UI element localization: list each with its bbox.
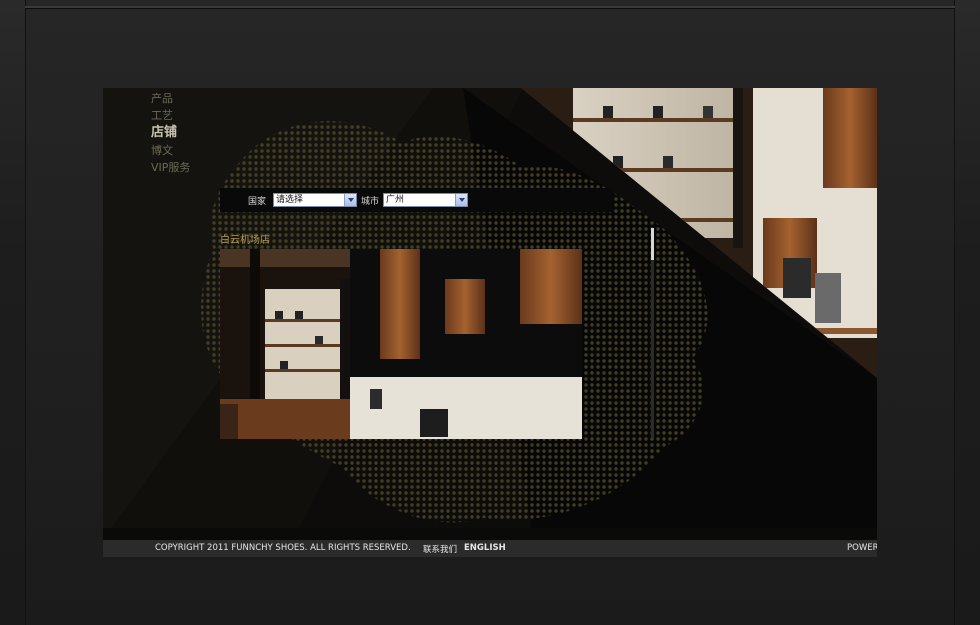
scrollbar-thumb[interactable]	[651, 228, 654, 260]
chevron-down-icon	[455, 194, 467, 206]
store-title: 白云机场店	[220, 235, 270, 246]
top-bar	[25, 6, 955, 9]
city-label: 城市	[361, 197, 380, 207]
city-select-value: 广州	[386, 195, 405, 205]
main-stage: 产品 工艺 店铺 博文 VIP服务 国家 请选择 城市 广州 白云机场店	[103, 88, 877, 540]
copyright-text: COPYRIGHT 2011 FUNNCHY SHOES. ALL RIGHTS…	[155, 543, 411, 553]
nav-item-vip[interactable]: VIP服务	[151, 159, 190, 176]
contact-link[interactable]: 联系我们	[423, 543, 457, 555]
powered-by-text: POWER	[847, 543, 877, 553]
nav-item-stores[interactable]: 店铺	[151, 124, 190, 142]
country-select-value: 请选择	[276, 195, 304, 205]
store-photo	[220, 249, 582, 439]
country-select[interactable]: 请选择	[273, 193, 357, 207]
english-link[interactable]: ENGLISH	[464, 543, 506, 553]
nav-item-craft[interactable]: 工艺	[151, 107, 190, 124]
nav-item-products[interactable]: 产品	[151, 90, 190, 107]
footer: COPYRIGHT 2011 FUNNCHY SHOES. ALL RIGHTS…	[103, 540, 877, 557]
store-filter-bar: 国家 请选择 城市 广州	[220, 188, 612, 212]
country-label: 国家	[248, 197, 267, 207]
nav-item-blog[interactable]: 博文	[151, 142, 190, 159]
chevron-down-icon	[344, 194, 356, 206]
city-select[interactable]: 广州	[383, 193, 468, 207]
main-nav: 产品 工艺 店铺 博文 VIP服务	[151, 90, 190, 176]
